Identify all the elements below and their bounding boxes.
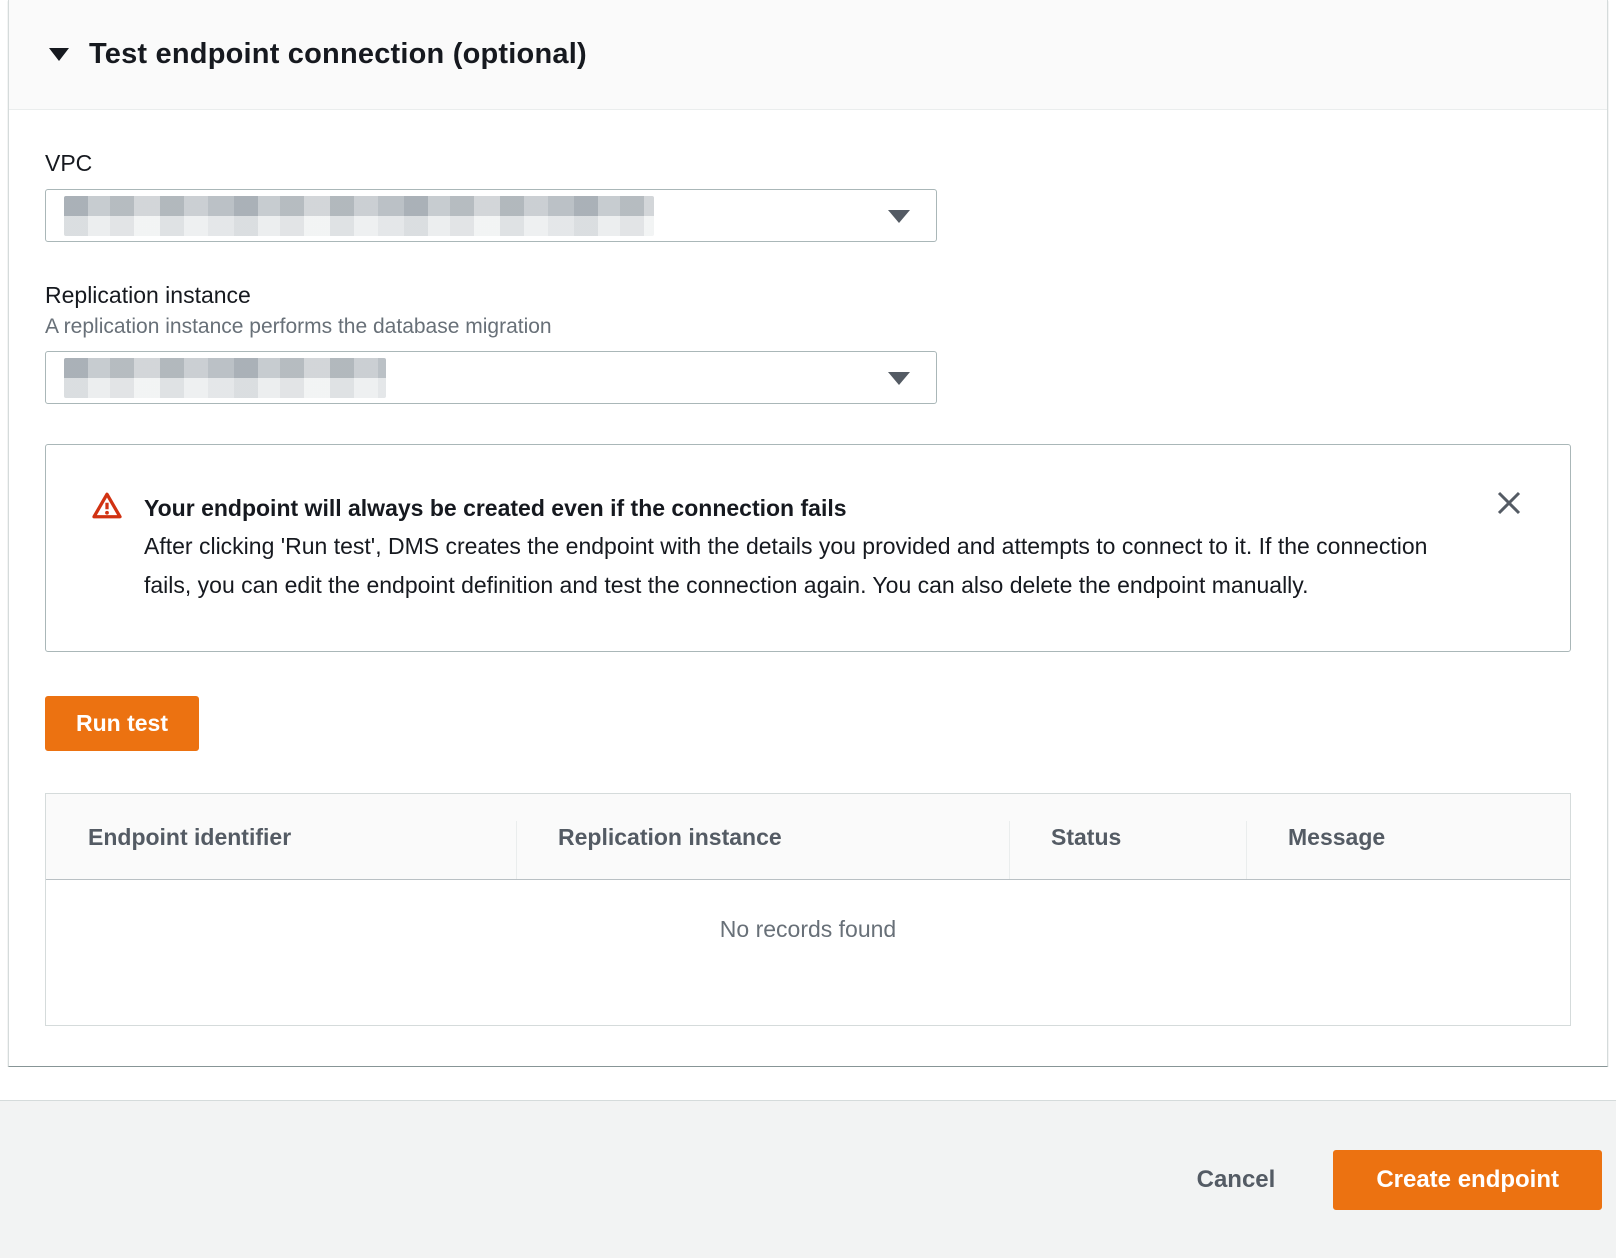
warning-title: Your endpoint will always be created eve… (144, 489, 1444, 527)
replication-instance-value-redacted (64, 358, 386, 398)
vpc-select-value-redacted (64, 196, 654, 236)
section-header[interactable]: Test endpoint connection (optional) (9, 0, 1607, 110)
spacer (0, 1067, 1616, 1100)
warning-alert: Your endpoint will always be created eve… (45, 444, 1571, 652)
table-header-row: Endpoint identifier Replication instance… (46, 794, 1570, 880)
replication-instance-description: A replication instance performs the data… (45, 315, 1571, 339)
column-header-status: Status (1009, 794, 1246, 879)
caret-down-icon (888, 372, 910, 385)
footer-action-bar: Cancel Create endpoint (0, 1100, 1616, 1258)
collapse-triangle-icon (49, 48, 69, 61)
warning-triangle-icon (92, 489, 122, 605)
column-header-endpoint-identifier: Endpoint identifier (46, 794, 516, 879)
create-endpoint-button[interactable]: Create endpoint (1333, 1150, 1602, 1210)
section-body: VPC Replication instance A replication i… (9, 110, 1607, 1066)
vpc-select[interactable] (45, 189, 937, 242)
test-endpoint-connection-section: Test endpoint connection (optional) VPC … (8, 0, 1608, 1067)
close-icon (1494, 488, 1524, 518)
replication-instance-label: Replication instance (45, 282, 1571, 309)
replication-instance-select[interactable] (45, 351, 937, 404)
section-title: Test endpoint connection (optional) (89, 38, 587, 71)
warning-text: Your endpoint will always be created eve… (144, 489, 1444, 605)
column-header-replication-instance: Replication instance (516, 794, 1009, 879)
dismiss-warning-button[interactable] (1492, 487, 1526, 521)
table-empty-message: No records found (46, 880, 1570, 1025)
caret-down-icon (888, 210, 910, 223)
test-results-table: Endpoint identifier Replication instance… (45, 793, 1571, 1026)
warning-body: After clicking 'Run test', DMS creates t… (144, 527, 1444, 605)
column-header-message: Message (1246, 794, 1570, 879)
run-test-button[interactable]: Run test (45, 696, 199, 751)
cancel-button[interactable]: Cancel (1197, 1166, 1276, 1194)
vpc-label: VPC (45, 150, 1571, 177)
page: Test endpoint connection (optional) VPC … (0, 0, 1616, 1258)
